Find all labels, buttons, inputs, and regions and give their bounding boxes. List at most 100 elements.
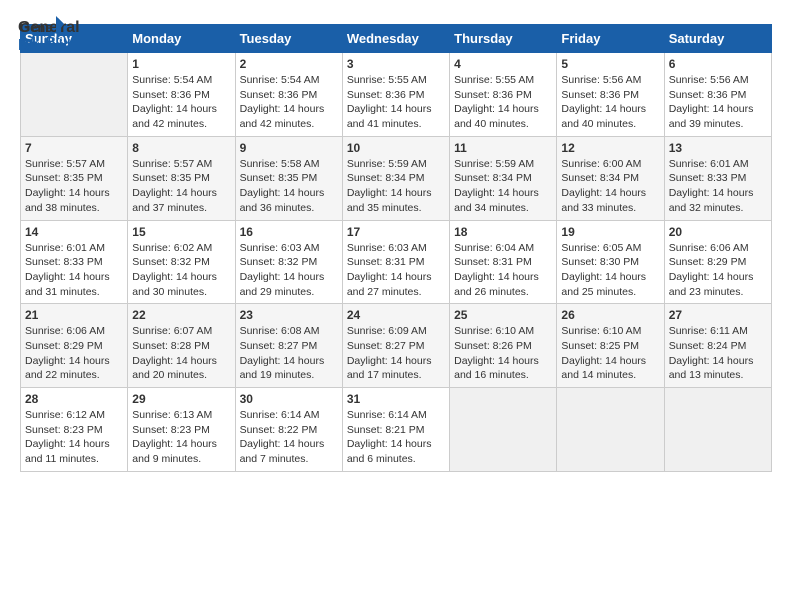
day-info: Sunrise: 5:56 AM Sunset: 8:36 PM Dayligh…: [669, 73, 767, 132]
calendar-week-5: 28 Sunrise: 6:12 AM Sunset: 8:23 PM Dayli…: [21, 388, 772, 472]
day-info: Sunrise: 5:55 AM Sunset: 8:36 PM Dayligh…: [347, 73, 445, 132]
day-number: 22: [132, 308, 230, 322]
calendar-cell: 19 Sunrise: 6:05 AM Sunset: 8:30 PM Dayli…: [557, 220, 664, 304]
calendar-cell: [450, 388, 557, 472]
day-number: 30: [240, 392, 338, 406]
calendar-cell: [21, 53, 128, 137]
calendar-cell: 5 Sunrise: 5:56 AM Sunset: 8:36 PM Daylig…: [557, 53, 664, 137]
day-number: 14: [25, 225, 123, 239]
day-number: 25: [454, 308, 552, 322]
day-info: Sunrise: 5:59 AM Sunset: 8:34 PM Dayligh…: [347, 157, 445, 216]
day-info: Sunrise: 6:12 AM Sunset: 8:23 PM Dayligh…: [25, 408, 123, 467]
calendar-cell: 14 Sunrise: 6:01 AM Sunset: 8:33 PM Dayli…: [21, 220, 128, 304]
calendar-cell: 20 Sunrise: 6:06 AM Sunset: 8:29 PM Dayli…: [664, 220, 771, 304]
calendar-cell: [664, 388, 771, 472]
calendar-cell: 13 Sunrise: 6:01 AM Sunset: 8:33 PM Dayli…: [664, 136, 771, 220]
day-info: Sunrise: 5:59 AM Sunset: 8:34 PM Dayligh…: [454, 157, 552, 216]
day-info: Sunrise: 6:05 AM Sunset: 8:30 PM Dayligh…: [561, 241, 659, 300]
calendar-cell: 2Sunrise: 5:54 AM Sunset: 8:36 PM Daylig…: [235, 53, 342, 137]
calendar-week-2: 7 Sunrise: 5:57 AM Sunset: 8:35 PM Daylig…: [21, 136, 772, 220]
day-info: Sunrise: 6:11 AM Sunset: 8:24 PM Dayligh…: [669, 324, 767, 383]
header-tuesday: Tuesday: [235, 25, 342, 53]
calendar-cell: 15 Sunrise: 6:02 AM Sunset: 8:32 PM Dayli…: [128, 220, 235, 304]
calendar-cell: 26Sunrise: 6:10 AM Sunset: 8:25 PM Dayli…: [557, 304, 664, 388]
day-number: 6: [669, 57, 767, 71]
calendar-cell: [557, 388, 664, 472]
day-info: Sunrise: 6:08 AM Sunset: 8:27 PM Dayligh…: [240, 324, 338, 383]
day-info: Sunrise: 6:14 AM Sunset: 8:22 PM Dayligh…: [240, 408, 338, 467]
day-number: 1: [132, 57, 230, 71]
day-number: 5: [561, 57, 659, 71]
day-number: 10: [347, 141, 445, 155]
day-number: 28: [25, 392, 123, 406]
calendar-cell: 11 Sunrise: 5:59 AM Sunset: 8:34 PM Dayli…: [450, 136, 557, 220]
day-info: Sunrise: 5:57 AM Sunset: 8:35 PM Dayligh…: [132, 157, 230, 216]
calendar-cell: 28 Sunrise: 6:12 AM Sunset: 8:23 PM Dayli…: [21, 388, 128, 472]
calendar-week-4: 21 Sunrise: 6:06 AM Sunset: 8:29 PM Dayli…: [21, 304, 772, 388]
day-number: 27: [669, 308, 767, 322]
day-info: Sunrise: 6:02 AM Sunset: 8:32 PM Dayligh…: [132, 241, 230, 300]
day-info: Sunrise: 5:56 AM Sunset: 8:36 PM Dayligh…: [561, 73, 659, 132]
day-info: Sunrise: 6:06 AM Sunset: 8:29 PM Dayligh…: [669, 241, 767, 300]
day-number: 12: [561, 141, 659, 155]
day-info: Sunrise: 6:04 AM Sunset: 8:31 PM Dayligh…: [454, 241, 552, 300]
calendar-cell: 17 Sunrise: 6:03 AM Sunset: 8:31 PM Dayli…: [342, 220, 449, 304]
day-info: Sunrise: 6:10 AM Sunset: 8:26 PM Dayligh…: [454, 324, 552, 383]
day-number: 24: [347, 308, 445, 322]
day-info: Sunrise: 5:55 AM Sunset: 8:36 PM Dayligh…: [454, 73, 552, 132]
day-number: 9: [240, 141, 338, 155]
calendar-cell: 7 Sunrise: 5:57 AM Sunset: 8:35 PM Daylig…: [21, 136, 128, 220]
calendar-cell: 30 Sunrise: 6:14 AM Sunset: 8:22 PM Dayli…: [235, 388, 342, 472]
header-wednesday: Wednesday: [342, 25, 449, 53]
day-info: Sunrise: 6:09 AM Sunset: 8:27 PM Dayligh…: [347, 324, 445, 383]
calendar-week-1: 1 Sunrise: 5:54 AM Sunset: 8:36 PM Daylig…: [21, 53, 772, 137]
calendar-cell: 27 Sunrise: 6:11 AM Sunset: 8:24 PM Dayli…: [664, 304, 771, 388]
day-number: 18: [454, 225, 552, 239]
day-info: Sunrise: 6:03 AM Sunset: 8:31 PM Dayligh…: [347, 241, 445, 300]
calendar-cell: 22 Sunrise: 6:07 AM Sunset: 8:28 PM Dayli…: [128, 304, 235, 388]
calendar-table: SundayMondayTuesdayWednesdayThursdayFrid…: [20, 24, 772, 472]
svg-text:Blue: Blue: [18, 37, 53, 54]
day-number: 11: [454, 141, 552, 155]
calendar-cell: 3 Sunrise: 5:55 AM Sunset: 8:36 PM Daylig…: [342, 53, 449, 137]
day-number: 2: [240, 57, 338, 71]
day-info: Sunrise: 6:10 AM Sunset: 8:25 PM Dayligh…: [561, 324, 659, 383]
day-number: 19: [561, 225, 659, 239]
day-number: 31: [347, 392, 445, 406]
calendar-cell: 21 Sunrise: 6:06 AM Sunset: 8:29 PM Dayli…: [21, 304, 128, 388]
calendar-cell: 10 Sunrise: 5:59 AM Sunset: 8:34 PM Dayli…: [342, 136, 449, 220]
day-info: Sunrise: 5:57 AM Sunset: 8:35 PM Dayligh…: [25, 157, 123, 216]
calendar-cell: 12 Sunrise: 6:00 AM Sunset: 8:34 PM Dayli…: [557, 136, 664, 220]
header-monday: Monday: [128, 25, 235, 53]
day-number: 7: [25, 141, 123, 155]
day-info: Sunrise: 6:01 AM Sunset: 8:33 PM Dayligh…: [669, 157, 767, 216]
day-number: 3: [347, 57, 445, 71]
calendar-header-row: SundayMondayTuesdayWednesdayThursdayFrid…: [21, 25, 772, 53]
day-number: 21: [25, 308, 123, 322]
day-info: Sunrise: 5:58 AM Sunset: 8:35 PM Dayligh…: [240, 157, 338, 216]
calendar-cell: 1 Sunrise: 5:54 AM Sunset: 8:36 PM Daylig…: [128, 53, 235, 137]
calendar-cell: 23Sunrise: 6:08 AM Sunset: 8:27 PM Dayli…: [235, 304, 342, 388]
day-number: 20: [669, 225, 767, 239]
day-info: Sunrise: 6:01 AM Sunset: 8:33 PM Dayligh…: [25, 241, 123, 300]
calendar-cell: 9 Sunrise: 5:58 AM Sunset: 8:35 PM Daylig…: [235, 136, 342, 220]
day-info: Sunrise: 5:54 AM Sunset: 8:36 PM Dayligh…: [132, 73, 230, 132]
day-info: Sunrise: 6:00 AM Sunset: 8:34 PM Dayligh…: [561, 157, 659, 216]
calendar-cell: 29Sunrise: 6:13 AM Sunset: 8:23 PM Dayli…: [128, 388, 235, 472]
day-info: Sunrise: 6:06 AM Sunset: 8:29 PM Dayligh…: [25, 324, 123, 383]
day-number: 16: [240, 225, 338, 239]
header-friday: Friday: [557, 25, 664, 53]
day-number: 13: [669, 141, 767, 155]
day-info: Sunrise: 6:07 AM Sunset: 8:28 PM Dayligh…: [132, 324, 230, 383]
calendar-cell: 24 Sunrise: 6:09 AM Sunset: 8:27 PM Dayli…: [342, 304, 449, 388]
calendar-cell: 8Sunrise: 5:57 AM Sunset: 8:35 PM Daylig…: [128, 136, 235, 220]
day-number: 29: [132, 392, 230, 406]
day-number: 15: [132, 225, 230, 239]
day-info: Sunrise: 6:03 AM Sunset: 8:32 PM Dayligh…: [240, 241, 338, 300]
svg-text:ral: ral: [60, 19, 80, 36]
calendar-cell: 4Sunrise: 5:55 AM Sunset: 8:36 PM Daylig…: [450, 53, 557, 137]
calendar-week-3: 14 Sunrise: 6:01 AM Sunset: 8:33 PM Dayli…: [21, 220, 772, 304]
logo-svg: Gene ral Blue: [18, 14, 108, 58]
calendar-cell: 25 Sunrise: 6:10 AM Sunset: 8:26 PM Dayli…: [450, 304, 557, 388]
day-number: 17: [347, 225, 445, 239]
